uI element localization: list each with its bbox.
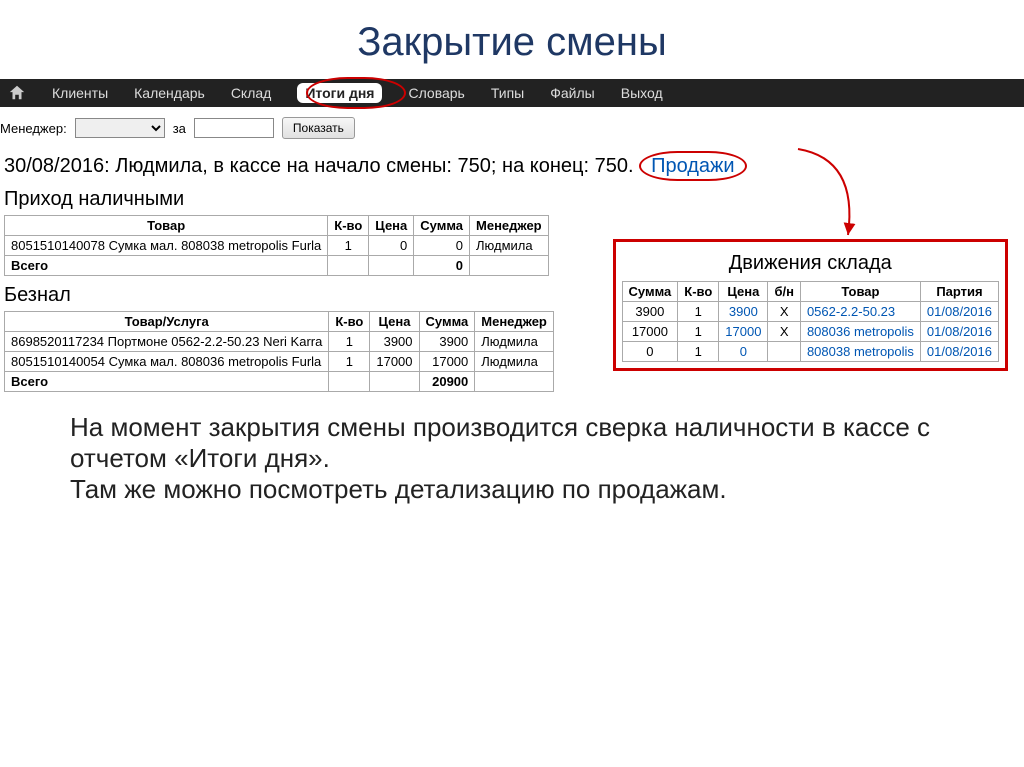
cash-header-product: Товар [5, 216, 328, 236]
manager-label: Менеджер: [0, 121, 67, 136]
nav-item-types[interactable]: Типы [491, 85, 524, 101]
warehouse-title: Движения склада [622, 252, 999, 275]
cash-table: Товар К-во Цена Сумма Менеджер 805151014… [4, 215, 549, 276]
filter-row: Менеджер: за Показать [0, 107, 1024, 149]
table-row: 8698520117234 Портмоне 0562-2.2-50.23 Ne… [5, 332, 554, 352]
sales-link[interactable]: Продажи [639, 151, 747, 181]
table-row: 17000 1 17000 X 808036 metropolis 01/08/… [622, 322, 998, 342]
navbar: Клиенты Календарь Склад Итоги дня Словар… [0, 79, 1024, 107]
cashless-header-manager: Менеджер [475, 312, 554, 332]
warehouse-table: Сумма К-во Цена б/н Товар Партия 3900 1 … [622, 281, 999, 362]
nav-item-calendar[interactable]: Календарь [134, 85, 205, 101]
cash-header-sum: Сумма [414, 216, 470, 236]
cash-header-price: Цена [369, 216, 414, 236]
cashless-header-price: Цена [370, 312, 419, 332]
cashless-header-product: Товар/Услуга [5, 312, 329, 332]
status-text: 30/08/2016: Людмила, в кассе на начало с… [4, 155, 634, 177]
nav-item-files[interactable]: Файлы [550, 85, 594, 101]
nav-item-dictionary[interactable]: Словарь [408, 85, 464, 101]
slide-title: Закрытие смены [0, 20, 1024, 65]
cash-header-qty: К-во [328, 216, 369, 236]
status-line: 30/08/2016: Людмила, в кассе на начало с… [4, 155, 1020, 178]
table-row: 3900 1 3900 X 0562-2.2-50.23 01/08/2016 [622, 302, 998, 322]
cash-header-manager: Менеджер [470, 216, 549, 236]
description-p1: На момент закрытия смены производится св… [70, 412, 954, 474]
warehouse-panel: Движения склада Сумма К-во Цена б/н Това… [613, 239, 1008, 371]
date-input[interactable] [194, 118, 274, 138]
manager-select[interactable] [75, 118, 165, 138]
nav-item-warehouse[interactable]: Склад [231, 85, 272, 101]
cashless-table: Товар/Услуга К-во Цена Сумма Менеджер 86… [4, 311, 554, 392]
description: На момент закрытия смены производится св… [0, 392, 1024, 516]
table-total-row: Всего 20900 [5, 372, 554, 392]
table-row: 8051510140054 Сумка мал. 808036 metropol… [5, 352, 554, 372]
cashless-header-sum: Сумма [419, 312, 475, 332]
nav-item-clients[interactable]: Клиенты [52, 85, 108, 101]
za-label: за [173, 121, 186, 136]
description-p2: Там же можно посмотреть детализацию по п… [70, 474, 954, 505]
nav-item-exit[interactable]: Выход [621, 85, 663, 101]
cashless-header-qty: К-во [329, 312, 370, 332]
nav-item-day-results[interactable]: Итоги дня [297, 83, 382, 103]
home-icon[interactable] [8, 84, 26, 102]
cash-title: Приход наличными [4, 188, 1020, 211]
table-row: 0 1 0 808038 metropolis 01/08/2016 [622, 342, 998, 362]
show-button[interactable]: Показать [282, 117, 355, 139]
table-row: 8051510140078 Сумка мал. 808038 metropol… [5, 236, 549, 256]
table-total-row: Всего 0 [5, 256, 549, 276]
